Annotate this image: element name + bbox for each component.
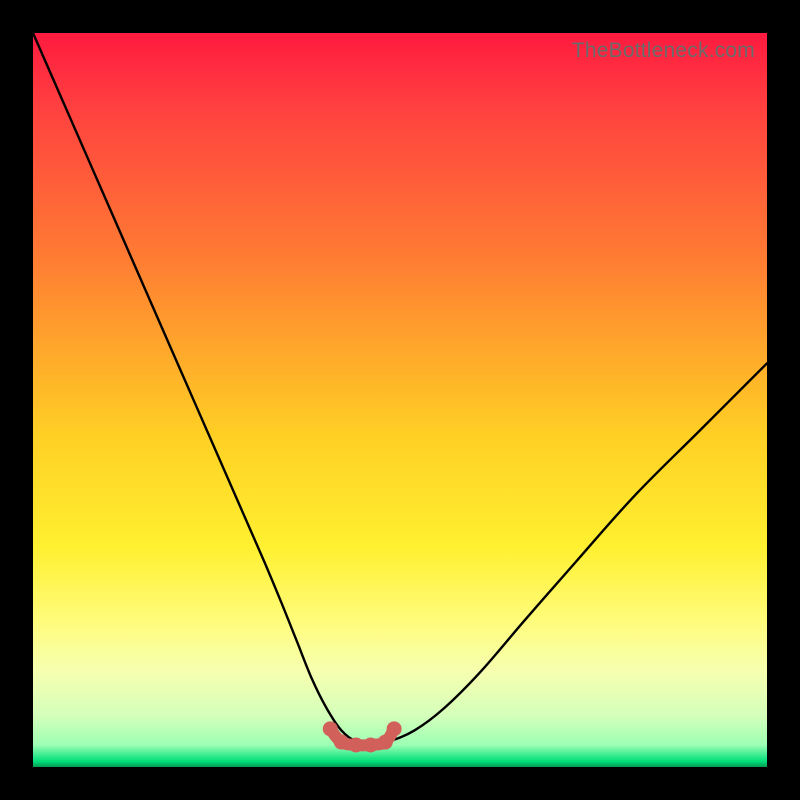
plot-area: TheBottleneck.com: [33, 33, 767, 767]
bottleneck-chart: [33, 33, 767, 767]
trough-marker-dot: [378, 735, 393, 750]
trough-marker-dot: [387, 721, 402, 736]
trough-marker-dot: [323, 721, 338, 736]
bottleneck-curve: [33, 33, 767, 745]
trough-marker-dot: [363, 737, 378, 752]
trough-marker-dot: [334, 735, 349, 750]
chart-frame: TheBottleneck.com: [0, 0, 800, 800]
trough-marker-dot: [348, 737, 363, 752]
